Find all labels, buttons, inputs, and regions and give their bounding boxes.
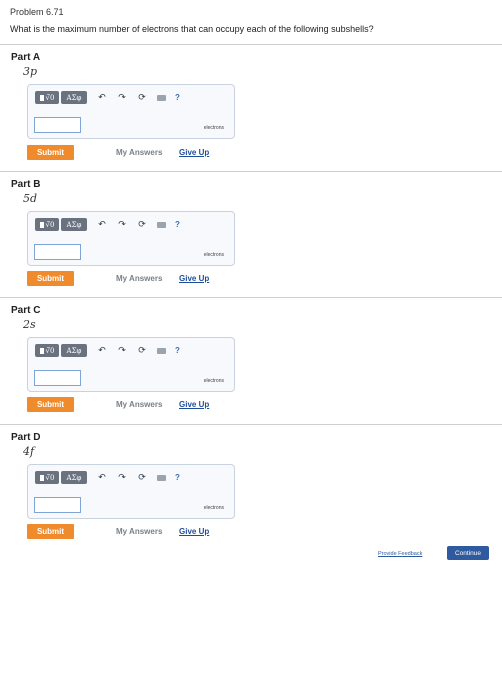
units-label: electrons <box>203 505 224 511</box>
templates-button[interactable]: √̃0 <box>35 218 59 231</box>
reset-icon[interactable]: ⟳ <box>135 218 149 231</box>
problem-question: What is the maximum number of electrons … <box>10 24 374 34</box>
answer-input[interactable] <box>34 244 81 260</box>
templates-label: √̃0 <box>45 473 55 482</box>
reset-icon[interactable]: ⟳ <box>135 91 149 104</box>
templates-label: √̃0 <box>45 346 55 355</box>
units-label: electrons <box>203 125 224 131</box>
answer-input[interactable] <box>34 497 81 513</box>
redo-icon[interactable]: ↷ <box>115 218 129 231</box>
part-divider <box>0 171 502 172</box>
math-toolbar: √̃0 AΣφ ↶ ↷ ⟳ ? <box>35 344 180 357</box>
redo-icon[interactable]: ↷ <box>115 471 129 484</box>
greek-symbols-button[interactable]: AΣφ <box>61 344 87 357</box>
templates-label: √̃0 <box>45 93 55 102</box>
help-icon[interactable]: ? <box>175 93 180 102</box>
problem-header: Problem 6.71 What is the maximum number … <box>0 0 502 34</box>
keyboard-icon[interactable] <box>157 94 166 101</box>
part-title: Part B <box>11 179 41 190</box>
undo-icon[interactable]: ↶ <box>95 218 109 231</box>
answer-box: √̃0 AΣφ ↶ ↷ ⟳ ? electrons <box>27 464 235 519</box>
redo-icon[interactable]: ↷ <box>115 344 129 357</box>
help-icon[interactable]: ? <box>175 346 180 355</box>
part-title: Part D <box>11 432 41 443</box>
my-answers-link[interactable]: My Answers <box>116 400 162 409</box>
problem-title: Problem 6.71 <box>10 7 64 17</box>
part-subshell: 3p <box>23 65 38 78</box>
give-up-link[interactable]: Give Up <box>179 148 209 157</box>
continue-button[interactable]: Continue <box>447 546 489 560</box>
greek-symbols-button[interactable]: AΣφ <box>61 218 87 231</box>
units-label: electrons <box>203 252 224 258</box>
units-label: electrons <box>203 378 224 384</box>
templates-button[interactable]: √̃0 <box>35 344 59 357</box>
part-divider <box>0 297 502 298</box>
my-answers-link[interactable]: My Answers <box>116 527 162 536</box>
part-subshell: 2s <box>23 318 36 331</box>
answer-box: √̃0 AΣφ ↶ ↷ ⟳ ? electrons <box>27 337 235 392</box>
templates-button[interactable]: √̃0 <box>35 471 59 484</box>
part-subshell: 4f <box>23 445 35 458</box>
template-square-icon <box>39 347 44 354</box>
header-divider <box>0 44 502 45</box>
part-divider <box>0 424 502 425</box>
greek-symbols-button[interactable]: AΣφ <box>61 471 87 484</box>
part-subshell: 5d <box>23 192 38 205</box>
templates-label: √̃0 <box>45 220 55 229</box>
answer-input[interactable] <box>34 370 81 386</box>
math-toolbar: √̃0 AΣφ ↶ ↷ ⟳ ? <box>35 91 180 104</box>
answer-box: √̃0 AΣφ ↶ ↷ ⟳ ? electrons <box>27 84 235 139</box>
submit-button[interactable]: Submit <box>27 524 74 539</box>
template-square-icon <box>39 94 44 101</box>
keyboard-icon[interactable] <box>157 221 166 228</box>
give-up-link[interactable]: Give Up <box>179 400 209 409</box>
redo-icon[interactable]: ↷ <box>115 91 129 104</box>
keyboard-icon[interactable] <box>157 474 166 481</box>
my-answers-link[interactable]: My Answers <box>116 148 162 157</box>
keyboard-icon[interactable] <box>157 347 166 354</box>
help-icon[interactable]: ? <box>175 220 180 229</box>
give-up-link[interactable]: Give Up <box>179 527 209 536</box>
part-title: Part A <box>11 52 41 63</box>
provide-feedback-link[interactable]: Provide Feedback <box>378 551 422 557</box>
submit-button[interactable]: Submit <box>27 397 74 412</box>
reset-icon[interactable]: ⟳ <box>135 471 149 484</box>
answer-box: √̃0 AΣφ ↶ ↷ ⟳ ? electrons <box>27 211 235 266</box>
template-square-icon <box>39 474 44 481</box>
part-title: Part C <box>11 305 41 316</box>
give-up-link[interactable]: Give Up <box>179 274 209 283</box>
greek-symbols-button[interactable]: AΣφ <box>61 91 87 104</box>
templates-button[interactable]: √̃0 <box>35 91 59 104</box>
help-icon[interactable]: ? <box>175 473 180 482</box>
submit-button[interactable]: Submit <box>27 145 74 160</box>
answer-input[interactable] <box>34 117 81 133</box>
my-answers-link[interactable]: My Answers <box>116 274 162 283</box>
undo-icon[interactable]: ↶ <box>95 91 109 104</box>
math-toolbar: √̃0 AΣφ ↶ ↷ ⟳ ? <box>35 471 180 484</box>
submit-button[interactable]: Submit <box>27 271 74 286</box>
template-square-icon <box>39 221 44 228</box>
undo-icon[interactable]: ↶ <box>95 471 109 484</box>
undo-icon[interactable]: ↶ <box>95 344 109 357</box>
reset-icon[interactable]: ⟳ <box>135 344 149 357</box>
math-toolbar: √̃0 AΣφ ↶ ↷ ⟳ ? <box>35 218 180 231</box>
